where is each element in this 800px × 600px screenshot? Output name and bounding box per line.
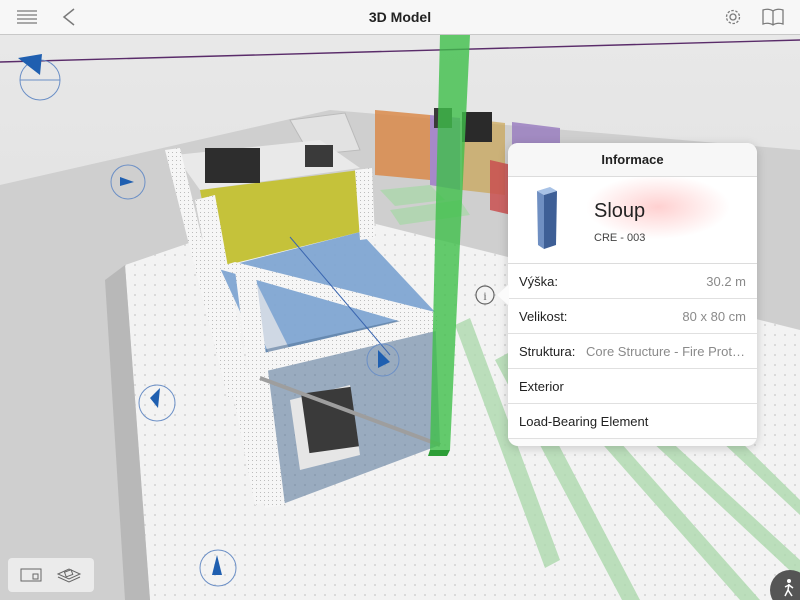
property-value: Core Structure - Fire Protection [586,344,746,359]
object-name: Sloup [594,200,646,222]
property-label: Struktura: [519,344,576,359]
navigation-bar: 3D Model [0,0,800,35]
floor-plan-icon[interactable] [16,563,46,587]
gear-icon[interactable] [720,5,746,29]
walk-mode-icon[interactable] [778,576,800,600]
info-popover: Informace Sloup CRE - 003 Výška: 30.2 m … [508,143,757,446]
property-label: Velikost: [519,309,568,324]
property-row[interactable]: Velikost: 80 x 80 cm [508,299,757,334]
property-value: 80 x 80 cm [682,309,746,324]
view-toolbar [8,558,94,592]
book-icon[interactable] [760,5,786,29]
object-summary: Sloup CRE - 003 [508,177,757,264]
layers-icon[interactable] [54,563,84,587]
popover-arrow [497,284,509,306]
page-title: 3D Model [368,9,432,25]
property-row[interactable]: Load-Bearing Element [508,404,757,439]
object-code: CRE - 003 [594,232,646,244]
property-label: Výška: [519,274,559,289]
column-thumbnail-icon [534,185,560,256]
property-value: 30.2 m [706,274,746,289]
popover-title: Informace [508,143,757,177]
property-row[interactable]: Výška: 30.2 m [508,264,757,299]
property-row[interactable]: Struktura: Core Structure - Fire Protect… [508,334,757,369]
property-label: Load-Bearing Element [519,414,649,429]
property-row[interactable]: Exterior [508,369,757,404]
property-label: Exterior [519,379,564,394]
